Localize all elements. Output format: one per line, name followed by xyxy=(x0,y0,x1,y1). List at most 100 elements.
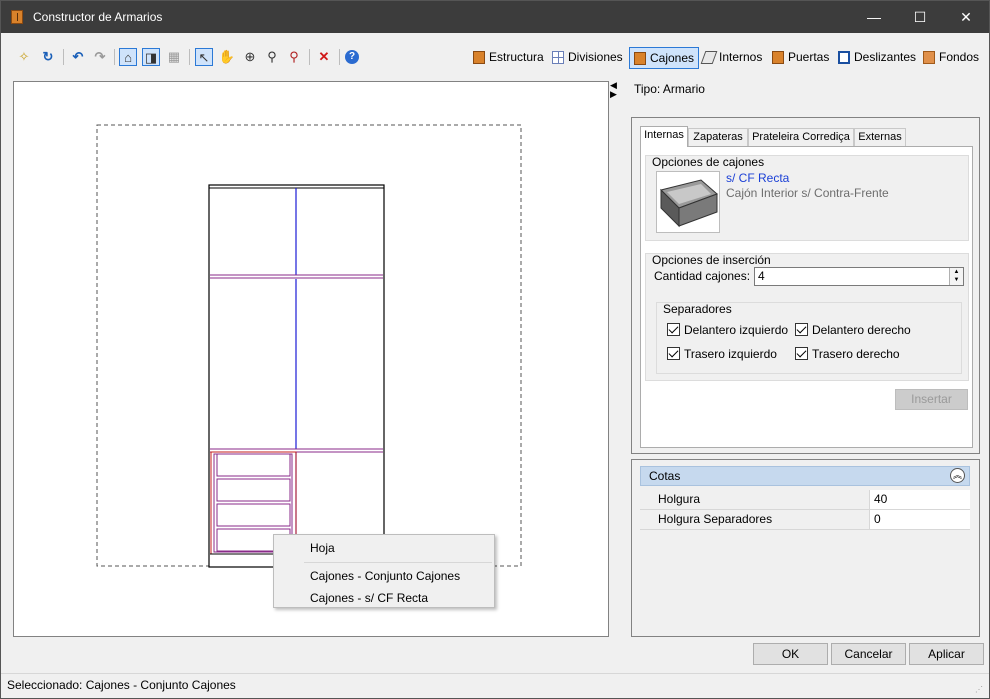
checkbox-delantero-derecho[interactable]: Delantero derecho xyxy=(795,323,911,337)
stepper-up-icon[interactable]: ▲ xyxy=(950,268,963,276)
undo-icon[interactable]: ↶ xyxy=(69,48,87,66)
door-icon xyxy=(772,51,784,64)
category-divisiones[interactable]: Divisiones xyxy=(548,47,627,69)
insert-button[interactable]: Insertar xyxy=(895,389,968,410)
stepper-down-icon[interactable]: ▼ xyxy=(950,276,963,284)
property-row-holgura-separadores[interactable]: Holgura Separadores 0 xyxy=(640,510,970,530)
menu-item-cf-recta[interactable]: Cajones - s/ CF Recta xyxy=(310,591,428,605)
drawer-options-group: Opciones de cajones s/ CF Recta Cajón In… xyxy=(645,155,969,241)
group-title: Separadores xyxy=(663,302,732,316)
property-row-holgura[interactable]: Holgura 40 xyxy=(640,490,970,510)
minimize-button[interactable]: — xyxy=(851,1,897,33)
tab-internas[interactable]: Internas xyxy=(640,126,688,147)
tab-zapateras[interactable]: Zapateras xyxy=(688,128,748,146)
quantity-label: Cantidad cajones: xyxy=(654,269,751,283)
menu-item-hoja[interactable]: Hoja xyxy=(310,541,335,555)
wardrobe-app-icon xyxy=(11,10,23,24)
delete-icon[interactable]: ✕ xyxy=(315,48,333,66)
checkbox-checked-icon[interactable] xyxy=(667,323,680,336)
grid-icon[interactable]: ▦ xyxy=(165,48,183,66)
pan-hand-icon[interactable]: ✋ xyxy=(218,48,236,66)
app-window: Constructor de Armarios — ☐ ✕ ✧ ↻ ↶ ↷ ⌂ … xyxy=(0,0,990,699)
tab-externas[interactable]: Externas xyxy=(854,128,906,146)
panel-splitter[interactable]: ◀ ▶ xyxy=(610,81,620,101)
category-fondos[interactable]: Fondos xyxy=(919,47,983,69)
quantity-stepper[interactable]: 4 ▲ ▼ xyxy=(754,267,964,286)
expand-right-icon[interactable]: ▶ xyxy=(610,90,620,99)
drawers-icon xyxy=(634,52,646,65)
menu-item-conjunto-cajones[interactable]: Cajones - Conjunto Cajones xyxy=(310,569,460,583)
drawer-image xyxy=(660,179,718,228)
checkbox-delantero-izquierdo[interactable]: Delantero izquierdo xyxy=(667,323,788,337)
resize-grip-icon[interactable]: ⋰ xyxy=(975,685,985,695)
status-text: Seleccionado: Cajones - Conjunto Cajones xyxy=(7,678,236,692)
toolbar-separator xyxy=(189,49,190,65)
category-puertas[interactable]: Puertas xyxy=(768,47,833,69)
toolbar-separator xyxy=(63,49,64,65)
property-name: Holgura Separadores xyxy=(640,510,870,529)
category-internos[interactable]: Internos xyxy=(699,47,766,69)
checkbox-checked-icon[interactable] xyxy=(667,347,680,360)
category-estructura[interactable]: Estructura xyxy=(469,47,548,69)
help-icon[interactable]: ? xyxy=(345,50,359,64)
property-value[interactable]: 0 xyxy=(874,510,881,529)
redo-icon[interactable]: ↷ xyxy=(91,48,109,66)
menu-separator xyxy=(304,562,492,563)
checkbox-trasero-derecho[interactable]: Trasero derecho xyxy=(795,347,900,361)
category-label: Estructura xyxy=(489,50,544,64)
tab-prateleira-corredica[interactable]: Prateleira Corrediça xyxy=(748,128,854,146)
category-cajones[interactable]: Cajones xyxy=(629,47,700,69)
pointer-icon[interactable]: ↖ xyxy=(195,48,213,66)
maximize-button[interactable]: ☐ xyxy=(897,1,943,33)
category-deslizantes[interactable]: Deslizantes xyxy=(834,47,920,69)
toolbar-separator xyxy=(339,49,340,65)
ok-button[interactable]: OK xyxy=(753,643,828,665)
drawer-option-subtitle: Cajón Interior s/ Contra-Frente xyxy=(726,186,889,200)
checkbox-label: Trasero izquierdo xyxy=(684,347,777,361)
drawer-thumbnail[interactable] xyxy=(656,171,720,233)
property-name: Holgura xyxy=(640,490,870,509)
toolbar: ✧ ↻ ↶ ↷ ⌂ ◨ ▦ ↖ ✋ ⊕ ⚲ ⚲ ✕ ? Estructura D… xyxy=(1,43,989,73)
divisions-icon xyxy=(552,51,564,64)
tab-content: Opciones de cajones s/ CF Recta Cajón In… xyxy=(640,146,973,448)
checkbox-checked-icon[interactable] xyxy=(795,347,808,360)
cabinet-icon xyxy=(473,51,485,64)
dimensions-title: Cotas xyxy=(649,469,681,483)
zoom-extents-icon[interactable]: ⊕ xyxy=(241,48,259,66)
separators-group: Separadores Delantero izquierdo Delanter… xyxy=(656,302,962,374)
window-title: Constructor de Armarios xyxy=(33,10,163,24)
dimensions-header[interactable]: Cotas ︽ xyxy=(640,466,970,486)
drawer-option-title[interactable]: s/ CF Recta xyxy=(726,171,789,185)
view-front-icon[interactable]: ⌂ xyxy=(119,48,137,66)
zoom-in-icon[interactable]: ⚲ xyxy=(263,48,281,66)
stepper-buttons[interactable]: ▲ ▼ xyxy=(949,268,963,285)
checkbox-label: Delantero izquierdo xyxy=(684,323,789,337)
properties-panel: Internas Zapateras Prateleira Corrediça … xyxy=(631,117,980,454)
dimensions-grid: Holgura 40 Holgura Separadores 0 xyxy=(640,490,970,530)
checkbox-trasero-izquierdo[interactable]: Trasero izquierdo xyxy=(667,347,777,361)
property-value[interactable]: 40 xyxy=(874,490,887,509)
toolbar-separator xyxy=(309,49,310,65)
close-button[interactable]: ✕ xyxy=(943,1,989,33)
refresh-icon[interactable]: ↻ xyxy=(39,48,57,66)
type-label: Tipo: Armario xyxy=(634,82,705,96)
checkbox-checked-icon[interactable] xyxy=(795,323,808,336)
collapse-icon[interactable]: ︽ xyxy=(950,468,965,483)
checkbox-label: Trasero derecho xyxy=(812,347,900,361)
toolbar-separator xyxy=(114,49,115,65)
cancel-button[interactable]: Cancelar xyxy=(831,643,906,665)
apply-button[interactable]: Aplicar xyxy=(909,643,984,665)
zoom-window-icon[interactable]: ⚲ xyxy=(285,48,303,66)
category-label: Internos xyxy=(719,50,763,64)
group-title: Opciones de cajones xyxy=(652,155,765,169)
new-icon[interactable]: ✧ xyxy=(15,48,33,66)
view-side-icon[interactable]: ◨ xyxy=(142,48,160,66)
checkbox-label: Delantero derecho xyxy=(812,323,911,337)
back-panel-icon xyxy=(923,51,935,64)
context-menu: Hoja Cajones - Conjunto Cajones Cajones … xyxy=(273,534,495,608)
category-label: Cajones xyxy=(650,51,695,65)
category-label: Divisiones xyxy=(568,50,623,64)
category-label: Deslizantes xyxy=(854,50,917,64)
category-label: Fondos xyxy=(939,50,980,64)
quantity-value[interactable]: 4 xyxy=(758,269,765,283)
